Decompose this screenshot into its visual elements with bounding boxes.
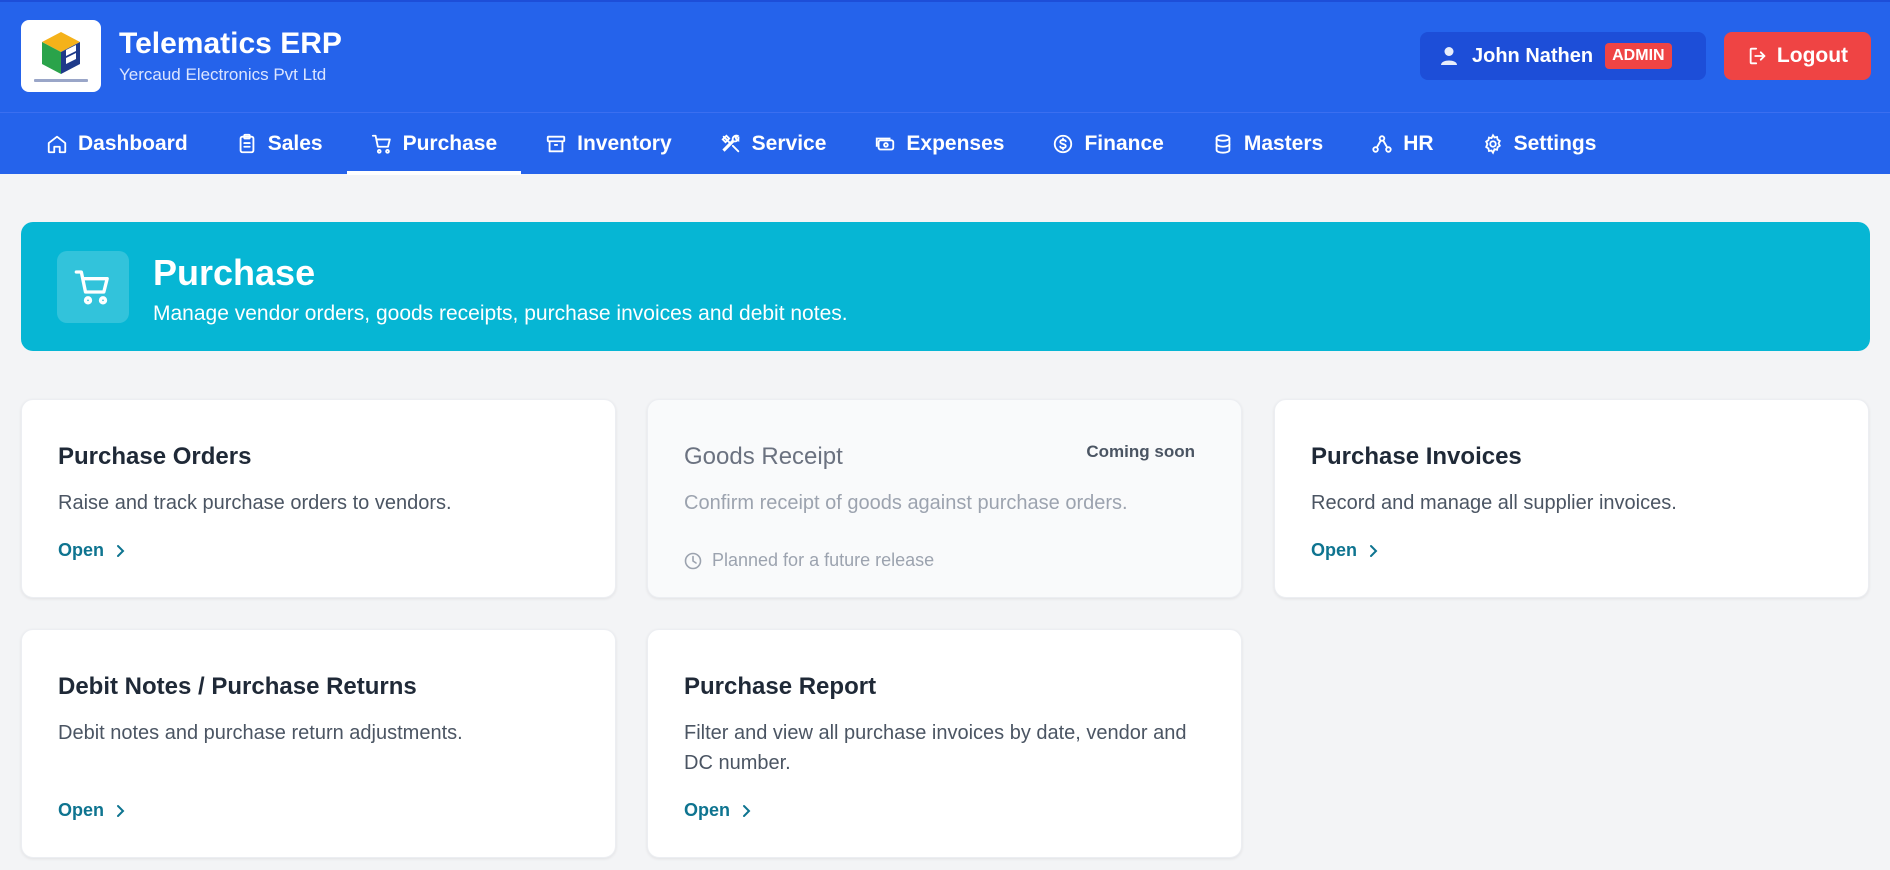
main-nav: Dashboard Sales Purchase Inventory Servi…: [0, 112, 1890, 175]
chevron-right-icon: [117, 804, 125, 817]
tab-hr[interactable]: HR: [1347, 113, 1457, 175]
company-name: Yercaud Electronics Pvt Ltd: [119, 65, 327, 84]
tab-label: Masters: [1243, 132, 1324, 155]
chevron-right-icon: [743, 804, 751, 817]
tab-label: Inventory: [577, 132, 672, 155]
tab-label: Sales: [267, 132, 323, 155]
chevron-right-icon: [1370, 544, 1378, 557]
user-chip[interactable]: John Nathen ADMIN: [1420, 32, 1706, 80]
tab-label: HR: [1403, 132, 1434, 155]
clock-icon: [684, 552, 702, 569]
card-description: Confirm receipt of goods against purchas…: [684, 492, 1128, 514]
logout-icon: [1749, 47, 1766, 65]
tab-label: Expenses: [906, 132, 1005, 155]
cart-icon: [74, 270, 109, 305]
tab-dashboard[interactable]: Dashboard: [22, 113, 212, 175]
logout-label: Logout: [1776, 44, 1849, 67]
open-link[interactable]: Open: [58, 800, 128, 821]
planned-note: Planned for a future release: [684, 550, 934, 571]
card-purchase-report[interactable]: Purchase Report Filter and view all purc…: [647, 629, 1242, 858]
brand: Telematics ERP Yercaud Electronics Pvt L…: [21, 20, 342, 92]
card-purchase-invoices[interactable]: Purchase Invoices Record and manage all …: [1274, 399, 1869, 598]
card-goods-receipt: Goods Receipt Coming soon Confirm receip…: [647, 399, 1242, 598]
network-icon: [1372, 135, 1392, 153]
open-link-label: Open: [1311, 540, 1358, 560]
gear-icon: [1484, 133, 1501, 155]
logo-tagline: [34, 79, 88, 82]
top-header: Telematics ERP Yercaud Electronics Pvt L…: [0, 0, 1890, 175]
database-icon: [1215, 134, 1231, 154]
open-link[interactable]: Open: [1311, 540, 1381, 561]
tab-inventory[interactable]: Inventory: [521, 113, 696, 175]
card-title: Debit Notes / Purchase Returns: [58, 673, 417, 700]
page-description: Manage vendor orders, goods receipts, pu…: [153, 302, 848, 325]
tab-service[interactable]: Service: [696, 113, 851, 175]
cart-icon: [371, 134, 391, 154]
tab-label: Settings: [1513, 132, 1597, 155]
tab-label: Finance: [1084, 132, 1164, 155]
open-link[interactable]: Open: [684, 800, 754, 821]
company-logo: [21, 20, 101, 92]
dollar-icon: [1054, 134, 1073, 154]
tab-finance[interactable]: Finance: [1028, 113, 1187, 175]
chevron-right-icon: [117, 544, 125, 557]
tab-settings[interactable]: Settings: [1458, 113, 1621, 175]
tab-masters[interactable]: Masters: [1188, 113, 1347, 175]
tab-label: Purchase: [402, 132, 498, 155]
card-title: Purchase Report: [684, 673, 877, 700]
planned-note-label: Planned for a future release: [712, 550, 935, 570]
cube-logo-icon: [42, 32, 80, 74]
app-title: Telematics ERP: [119, 27, 342, 60]
user-icon: [1441, 47, 1457, 65]
tab-label: Dashboard: [78, 132, 188, 155]
open-link-label: Open: [684, 800, 731, 820]
card-debit-notes[interactable]: Debit Notes / Purchase Returns Debit not…: [21, 629, 616, 858]
tab-purchase[interactable]: Purchase: [346, 113, 522, 175]
archive-icon: [546, 135, 566, 153]
card-description: Raise and track purchase orders to vendo…: [58, 492, 452, 514]
open-link-label: Open: [58, 800, 105, 820]
card-purchase-orders[interactable]: Purchase Orders Raise and track purchase…: [21, 399, 616, 598]
tab-expenses[interactable]: Expenses: [850, 113, 1028, 175]
logout-button[interactable]: Logout: [1724, 32, 1871, 80]
tab-label: Service: [751, 132, 827, 155]
card-title: Purchase Invoices: [1311, 443, 1522, 470]
card-title: Purchase Orders: [58, 443, 252, 470]
banner-icon-tile: [57, 251, 129, 323]
home-icon: [47, 135, 67, 154]
clipboard-icon: [239, 133, 255, 154]
module-banner: Purchase Manage vendor orders, goods rec…: [21, 222, 1870, 351]
tools-icon: [721, 134, 740, 153]
open-link[interactable]: Open: [58, 540, 128, 561]
money-icon: [876, 137, 895, 151]
page-title: Purchase: [153, 252, 316, 293]
card-description: Filter and view all purchase invoices by…: [684, 722, 1187, 774]
coming-soon-badge: Coming soon: [1086, 442, 1195, 461]
card-title: Goods Receipt: [684, 443, 843, 470]
card-description: Record and manage all supplier invoices.: [1311, 492, 1677, 514]
role-badge: ADMIN: [1605, 43, 1672, 69]
card-description: Debit notes and purchase return adjustme…: [58, 722, 463, 744]
open-link-label: Open: [58, 540, 105, 560]
tab-sales[interactable]: Sales: [212, 113, 347, 175]
user-name: John Nathen: [1472, 44, 1594, 67]
